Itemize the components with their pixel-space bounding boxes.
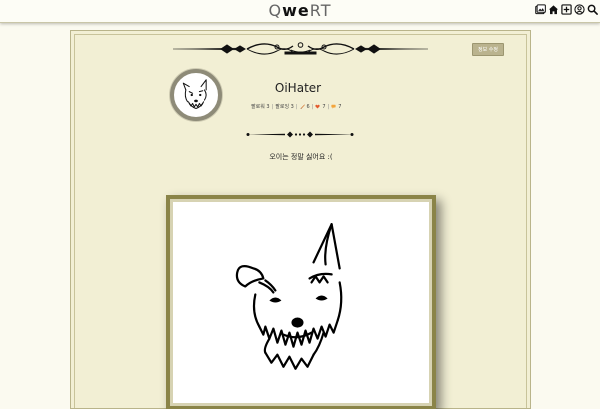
following-link[interactable]: 팔로잉 3	[275, 103, 294, 110]
dog-sketch-icon	[182, 79, 207, 110]
comment-icon	[331, 104, 336, 109]
comments-count: 7	[338, 103, 342, 110]
add-icon[interactable]	[561, 4, 572, 15]
nav-icon-group	[535, 4, 598, 15]
brand-logo[interactable]: QweRT	[0, 1, 600, 20]
top-navigation-bar: QweRT	[0, 0, 600, 23]
edit-profile-button[interactable]: 정보 수정	[472, 43, 504, 56]
search-icon[interactable]	[587, 4, 598, 15]
brand-logo-part-2: we	[282, 1, 310, 20]
featured-artwork-frame[interactable]	[166, 195, 436, 409]
brand-logo-part-1: Q	[268, 1, 283, 20]
likes-count: 7	[322, 103, 326, 110]
avatar[interactable]	[170, 69, 222, 121]
stats-separator: |	[271, 103, 274, 110]
profile-icon[interactable]	[574, 4, 585, 15]
artwork-mat	[170, 199, 432, 406]
home-icon[interactable]	[548, 4, 559, 15]
profile-stats: 팔로워 3 | 팔로잉 3 | 6 | 7 | 7	[251, 103, 371, 111]
profile-bio: 오이는 정말 싫어요 :(	[269, 153, 333, 161]
gallery-icon[interactable]	[535, 4, 546, 15]
heart-icon	[315, 104, 321, 109]
brush-icon	[300, 104, 305, 109]
top-ornament-divider	[173, 42, 428, 55]
profile-username: OiHater	[274, 81, 322, 95]
stats-separator: |	[327, 103, 330, 110]
followers-link[interactable]: 팔로워 3	[251, 103, 270, 110]
profile-panel: 정보 수정 OiHater 팔로워 3 | 팔로잉 3 | 6 | 7 | 7 …	[70, 30, 531, 409]
drawings-count: 6	[306, 103, 310, 110]
dog-drawing-image	[235, 223, 343, 370]
stats-separator: |	[311, 103, 314, 110]
brand-logo-part-3: RT	[309, 1, 332, 20]
stats-separator: |	[295, 103, 298, 110]
artwork-canvas	[173, 202, 429, 403]
middle-ornament-divider	[245, 131, 355, 138]
